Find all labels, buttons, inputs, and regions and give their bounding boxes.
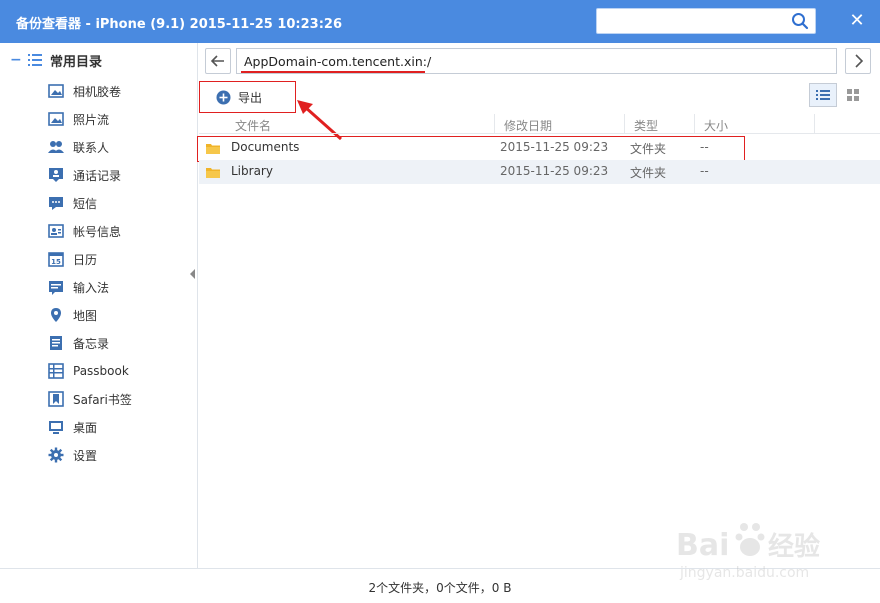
map-pin-icon xyxy=(51,308,61,322)
title-bar: 备份查看器 - iPhone (9.1) 2015-11-25 10:23:26… xyxy=(0,0,880,43)
contacts-icon xyxy=(48,141,64,153)
sms-icon xyxy=(49,197,63,210)
chevron-right-icon xyxy=(855,54,864,68)
sidebar-item-account[interactable]: 帐号信息 xyxy=(48,217,132,245)
column-modified[interactable]: 修改日期 xyxy=(504,117,552,134)
passbook-icon xyxy=(48,363,64,379)
sidebar-item-input-method[interactable]: 输入法 xyxy=(48,273,132,301)
arrow-left-icon xyxy=(210,55,224,67)
table-row[interactable]: Library 2015-11-25 09:23 文件夹 -- xyxy=(199,160,880,184)
path-value: AppDomain-com.tencent.xin:/ xyxy=(244,54,432,69)
column-divider[interactable] xyxy=(694,114,695,134)
sidebar-item-passbook[interactable]: Passbook xyxy=(48,357,132,385)
column-divider[interactable] xyxy=(814,114,815,134)
account-icon xyxy=(48,224,64,238)
input-method-icon xyxy=(49,281,63,295)
sidebar-item-camera-roll[interactable]: 相机胶卷 xyxy=(48,77,132,105)
list-icon xyxy=(28,54,42,66)
svg-text:jingyan.baidu.com: jingyan.baidu.com xyxy=(679,565,809,581)
desktop-icon xyxy=(49,421,63,434)
collapse-icon[interactable]: − xyxy=(10,52,28,68)
splitter-collapse-arrow[interactable] xyxy=(190,269,195,279)
forward-button[interactable] xyxy=(845,48,871,74)
call-log-icon xyxy=(49,168,63,182)
sidebar-category-header[interactable]: − 常用目录 xyxy=(10,49,102,71)
file-name: Library xyxy=(231,164,273,178)
sidebar-item-photo-stream[interactable]: 照片流 xyxy=(48,105,132,133)
svg-text:Bai: Bai xyxy=(676,528,729,563)
sidebar-item-notes[interactable]: 备忘录 xyxy=(48,329,132,357)
calendar-icon: 15 xyxy=(48,252,64,267)
sidebar-item-safari-bookmarks[interactable]: Safari书签 xyxy=(48,385,132,413)
list-view-toggle[interactable] xyxy=(809,83,837,107)
folder-icon xyxy=(206,168,220,178)
file-size: -- xyxy=(700,164,709,178)
window-title: 备份查看器 - iPhone (9.1) 2015-11-25 10:23:26 xyxy=(16,17,343,32)
sidebar-item-desktop[interactable]: 桌面 xyxy=(48,413,132,441)
plus-circle-icon xyxy=(216,90,231,104)
column-divider[interactable] xyxy=(624,114,625,134)
column-size[interactable]: 大小 xyxy=(704,117,728,134)
sidebar-item-sms[interactable]: 短信 xyxy=(48,189,132,217)
sidebar: − 常用目录 相机胶卷 照片流 联系人 通话记录 短信 帐号信息 15 日历 输… xyxy=(0,43,198,568)
svg-text:15: 15 xyxy=(51,258,61,266)
table-header: 文件名 修改日期 类型 大小 xyxy=(199,114,880,134)
close-icon[interactable]: ✕ xyxy=(846,10,868,32)
annotation-underline xyxy=(241,71,425,73)
sidebar-category-label: 常用目录 xyxy=(50,54,103,70)
notes-icon xyxy=(50,336,62,350)
svg-text:经验: 经验 xyxy=(768,531,820,562)
sidebar-item-settings[interactable]: 设置 xyxy=(48,441,132,469)
bookmark-icon xyxy=(48,391,64,407)
path-input[interactable]: AppDomain-com.tencent.xin:/ xyxy=(236,48,837,74)
baidu-jingyan-watermark: Bai 经验 jingyan.baidu.com xyxy=(676,523,820,581)
export-button[interactable]: 导出 xyxy=(199,81,296,113)
list-view-icon xyxy=(816,90,830,100)
column-type[interactable]: 类型 xyxy=(634,117,658,134)
file-type: 文件夹 xyxy=(630,166,667,180)
search-icon[interactable] xyxy=(791,12,809,30)
photo-icon xyxy=(48,84,64,98)
grid-view-icon xyxy=(847,89,859,101)
grid-view-toggle[interactable] xyxy=(841,83,867,107)
column-name[interactable]: 文件名 xyxy=(235,117,271,134)
sidebar-item-call-log[interactable]: 通话记录 xyxy=(48,161,132,189)
sidebar-item-calendar[interactable]: 15 日历 xyxy=(48,245,132,273)
photo-stream-icon xyxy=(48,112,64,126)
back-button[interactable] xyxy=(205,48,231,74)
sidebar-item-map[interactable]: 地图 xyxy=(48,301,132,329)
annotation-highlight-box xyxy=(197,136,745,162)
search-input[interactable] xyxy=(596,8,816,34)
column-divider[interactable] xyxy=(494,114,495,134)
sidebar-nav: 相机胶卷 照片流 联系人 通话记录 短信 帐号信息 15 日历 输入法 地图 备… xyxy=(48,77,132,469)
file-modified: 2015-11-25 09:23 xyxy=(500,164,609,178)
export-label: 导出 xyxy=(238,90,263,105)
sidebar-item-contacts[interactable]: 联系人 xyxy=(48,133,132,161)
main-panel: AppDomain-com.tencent.xin:/ 导出 文件名 修改日期 … xyxy=(197,43,880,568)
gear-icon xyxy=(48,447,64,463)
